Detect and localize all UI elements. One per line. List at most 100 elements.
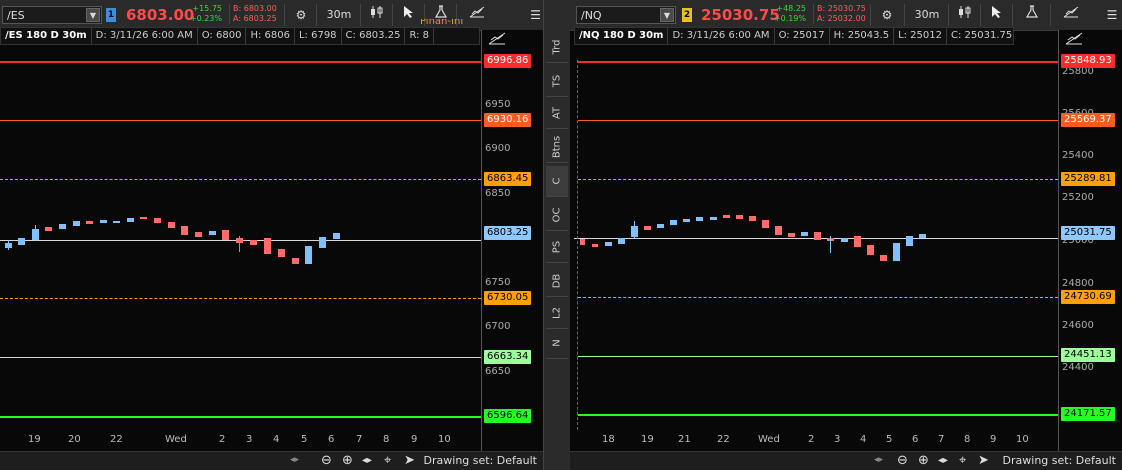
tab-label: PS — [551, 240, 563, 254]
time-label: 2 — [808, 434, 815, 445]
time-label: 6 — [328, 434, 335, 445]
tab-l2[interactable]: L2 — [546, 298, 568, 329]
tab-ts[interactable]: TS — [546, 66, 568, 97]
time-label: 4 — [860, 434, 867, 445]
tab-btns[interactable]: Btns — [546, 132, 568, 163]
time-label: 8 — [383, 434, 390, 445]
tab-label: C — [551, 177, 563, 185]
tab-trd[interactable]: Trd — [546, 32, 568, 63]
time-label: 10 — [438, 434, 451, 445]
menu-icon: ☰ — [530, 8, 541, 22]
tab-n[interactable]: N — [546, 328, 568, 359]
time-label: 7 — [356, 434, 363, 445]
level-label[interactable]: 6930.16 — [484, 113, 532, 127]
level-label[interactable]: 24451.13 — [1061, 348, 1115, 362]
time-label: 10 — [1016, 434, 1029, 445]
price-tick: 24800 — [1062, 278, 1094, 289]
time-label: 19 — [28, 434, 41, 445]
time-label: 22 — [717, 434, 730, 445]
time-label: 20 — [68, 434, 81, 445]
expand-icon[interactable]: ◂▸ — [938, 455, 948, 466]
time-label: 2 — [219, 434, 226, 445]
candle-group — [5, 217, 340, 264]
time-label: 4 — [273, 434, 280, 445]
last-price-label: 6803.25 — [484, 226, 532, 240]
time-label: 18 — [602, 434, 615, 445]
chart-bottom-bar: ◂▸ ⊖ ⊕ ◂▸ ⌖ ➤ Drawing set: Default — [0, 451, 543, 470]
time-axis: 18 19 21 22 Wed 2 3 4 5 6 7 8 9 10 — [570, 430, 1058, 452]
scroll-left-icon[interactable]: ◂▸ — [290, 455, 299, 465]
cursor-icon[interactable]: ➤ — [978, 453, 989, 468]
tab-label: Trd — [551, 39, 563, 55]
time-label: 6 — [912, 434, 919, 445]
zoom-in-icon[interactable]: ⊕ — [342, 453, 353, 468]
time-label: 5 — [301, 434, 308, 445]
tab-label: N — [551, 339, 563, 347]
tab-ps[interactable]: PS — [546, 232, 568, 263]
tab-db[interactable]: DB — [546, 266, 568, 297]
time-label: 3 — [246, 434, 253, 445]
price-tick: 6950 — [485, 99, 511, 110]
level-label[interactable]: 6730.05 — [484, 291, 532, 305]
side-tab-strip: Trd TS AT Btns C OC PS DB L2 N — [543, 0, 571, 470]
price-tick: 24400 — [1062, 362, 1094, 373]
last-price-label: 25031.75 — [1061, 226, 1115, 240]
tab-label: DB — [551, 273, 563, 289]
crosshair-icon[interactable]: ⌖ — [384, 453, 391, 468]
scroll-left-icon[interactable]: ◂▸ — [874, 455, 883, 465]
price-candles — [580, 215, 926, 261]
chart-bottom-bar: ◂▸ ⊖ ⊕ ◂▸ ⌖ ➤ Drawing set: Default — [570, 451, 1122, 470]
crosshair-icon[interactable]: ⌖ — [959, 453, 966, 468]
tab-label: OC — [551, 207, 563, 223]
time-label: 21 — [678, 434, 691, 445]
price-tick: 6850 — [485, 188, 511, 199]
price-axis[interactable]: 6950 6900 6850 6750 6700 6650 6996.86 69… — [481, 30, 544, 452]
candle-group — [580, 215, 926, 261]
tab-c[interactable]: C — [546, 166, 568, 197]
price-candles — [5, 217, 340, 264]
time-label: 22 — [110, 434, 123, 445]
tab-oc[interactable]: OC — [546, 200, 568, 231]
drawing-set-label[interactable]: Drawing set: Default — [1003, 454, 1116, 467]
expand-icon[interactable]: ◂▸ — [362, 455, 372, 466]
time-label: Wed — [165, 434, 187, 445]
tab-label: AT — [551, 106, 563, 120]
level-label[interactable]: 25848.93 — [1061, 54, 1115, 68]
price-tick: 6650 — [485, 366, 511, 377]
time-label: 3 — [834, 434, 841, 445]
time-label: 7 — [938, 434, 945, 445]
drawing-tools-icon[interactable] — [488, 30, 506, 46]
level-label[interactable]: 24730.69 — [1061, 290, 1115, 304]
tab-at[interactable]: AT — [546, 98, 568, 129]
time-label: 9 — [990, 434, 997, 445]
tab-label: Btns — [551, 135, 563, 159]
price-tick: 6750 — [485, 277, 511, 288]
tab-label: TS — [551, 74, 563, 88]
level-label[interactable]: 6663.34 — [484, 350, 532, 364]
cursor-icon[interactable]: ➤ — [404, 453, 415, 468]
drawing-tools-icon[interactable] — [1065, 30, 1083, 46]
zoom-out-icon[interactable]: ⊖ — [321, 453, 332, 468]
right-chart-panel: /NQ ▼ 2 25030.75 +48.25 +0.19% B: 25030.… — [570, 0, 1122, 470]
level-label[interactable]: 24171.57 — [1061, 407, 1115, 421]
panel-menu-button[interactable]: ☰ — [1102, 4, 1122, 26]
price-tick: 6700 — [485, 321, 511, 332]
drawing-set-label[interactable]: Drawing set: Default — [424, 454, 537, 467]
zoom-out-icon[interactable]: ⊖ — [897, 453, 908, 468]
menu-icon: ☰ — [1106, 8, 1118, 22]
level-label[interactable]: 25289.81 — [1061, 172, 1115, 186]
price-tick: 25200 — [1062, 192, 1094, 203]
level-label[interactable]: 6863.45 — [484, 172, 532, 186]
level-label[interactable]: 25569.37 — [1061, 113, 1115, 127]
level-label[interactable]: 6596.64 — [484, 409, 532, 423]
time-label: Wed — [758, 434, 780, 445]
time-label: 8 — [964, 434, 971, 445]
level-label[interactable]: 6996.86 — [484, 54, 532, 68]
zoom-in-icon[interactable]: ⊕ — [918, 453, 929, 468]
price-axis[interactable]: 25800 25600 25400 25200 25000 24800 2460… — [1058, 30, 1122, 452]
drawing-tools-icon — [1063, 6, 1079, 18]
price-tick: 25400 — [1062, 150, 1094, 161]
panel-menu-button[interactable]: ☰ — [528, 4, 543, 26]
price-tick: 6900 — [485, 143, 511, 154]
tab-label: L2 — [551, 307, 563, 319]
